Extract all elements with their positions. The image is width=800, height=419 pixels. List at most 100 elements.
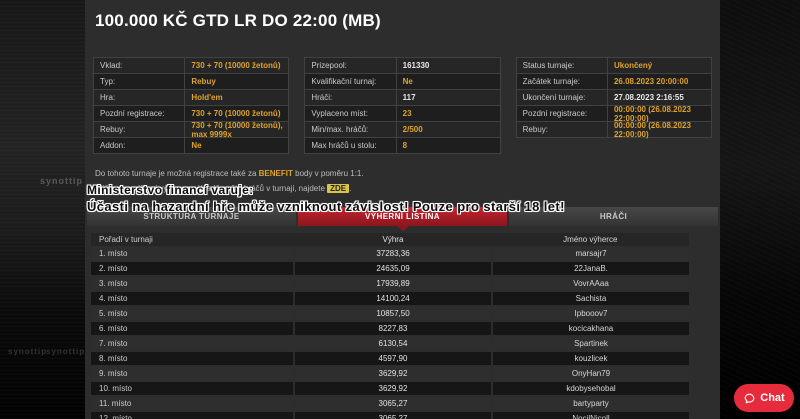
prize-cell: 3629,92 <box>295 367 491 380</box>
page-title: 100.000 KČ GTD LR DO 22:00 (MB) <box>95 11 381 31</box>
detail-label: Vklad: <box>94 58 185 73</box>
detail-row: Typ: Rebuy <box>94 74 288 90</box>
header-winner: Jméno výherce <box>492 235 689 244</box>
table-row: 12. místo 3065,27 NocilNicoll <box>91 412 689 419</box>
detail-label: Pozdní registrace: <box>94 106 185 121</box>
stadium-background-right <box>720 0 800 419</box>
winner-cell: Ipbooov7 <box>493 307 689 320</box>
detail-value: 2/500 <box>397 125 500 134</box>
tournament-detail-panel: 100.000 KČ GTD LR DO 22:00 (MB) Vklad: 7… <box>85 0 720 419</box>
warning-text: Účasti na hazardní hře může vzniknout zá… <box>87 199 565 214</box>
table-row: 9. místo 3629,92 OnyHan79 <box>91 367 689 380</box>
detail-label: Addon: <box>94 138 185 153</box>
prize-cell: 37283,36 <box>295 247 491 260</box>
benefit-note-suffix: body v poměru 1:1. <box>293 169 364 178</box>
table-row: 7. místo 6130,54 Spartinek <box>91 337 689 350</box>
detail-row: Status turnaje: Ukončený <box>517 58 711 74</box>
prize-cell: 6130,54 <box>295 337 491 350</box>
header-prize: Výhra <box>294 235 491 244</box>
brand-watermark: synottip <box>40 176 83 186</box>
page: synottip synottip synottip 100.000 KČ GT… <box>0 0 800 419</box>
speech-bubble-icon <box>743 392 756 405</box>
place-cell: 5. místo <box>91 307 293 320</box>
benefit-note-text: Do tohoto turnaje je možná registrace ta… <box>95 169 259 178</box>
winner-cell: marsajr7 <box>493 247 689 260</box>
prize-cell: 10857,50 <box>295 307 491 320</box>
table-row: 5. místo 10857,50 Ipbooov7 <box>91 307 689 320</box>
winner-cell: VovrAAaa <box>493 277 689 290</box>
detail-row: Prizepool: 161330 <box>305 58 499 74</box>
place-cell: 8. místo <box>91 352 293 365</box>
detail-label: Min/max. hráčů: <box>305 122 396 137</box>
detail-label: Rebuy: <box>517 122 608 137</box>
detail-label: Hráči: <box>305 90 396 105</box>
brand-watermark: synottip <box>8 347 47 356</box>
detail-value: Ukončený <box>608 61 711 70</box>
place-cell: 4. místo <box>91 292 293 305</box>
table-row: 11. místo 3065,27 bartyparty <box>91 397 689 410</box>
detail-value: 730 + 70 (10000 žetonů) <box>185 109 288 118</box>
detail-table-status: Status turnaje: Ukončený Začátek turnaje… <box>516 57 712 138</box>
detail-label: Status turnaje: <box>517 58 608 73</box>
detail-value: 161330 <box>397 61 500 70</box>
place-cell: 3. místo <box>91 277 293 290</box>
winner-cell: 22JanaB. <box>493 262 689 275</box>
winners-table-rows: 1. místo 37283,36 marsajr7 2. místo 2463… <box>91 247 689 419</box>
table-row: 4. místo 14100,24 Sachista <box>91 292 689 305</box>
tournament-details: Vklad: 730 + 70 (10000 žetonů) Typ: Rebu… <box>93 57 712 154</box>
winners-table: Pořadí v turnaji Výhra Jméno výherce 1. … <box>91 233 689 419</box>
detail-value: 27.08.2023 2:16:55 <box>608 93 711 102</box>
winner-cell: kouzlicek <box>493 352 689 365</box>
chat-button[interactable]: Chat <box>734 384 794 412</box>
detail-label: Kvalifikační turnaj: <box>305 74 396 89</box>
detail-value: Ne <box>185 141 288 150</box>
detail-label: Rebuy: <box>94 122 185 137</box>
detail-row: Kvalifikační turnaj: Ne <box>305 74 499 90</box>
detail-row: Začátek turnaje: 26.08.2023 20:00:00 <box>517 74 711 90</box>
place-cell: 9. místo <box>91 367 293 380</box>
place-cell: 7. místo <box>91 337 293 350</box>
winner-cell: bartyparty <box>493 397 689 410</box>
detail-value: 117 <box>397 93 500 102</box>
detail-row: Vyplaceno míst: 23 <box>305 106 499 122</box>
detail-value: Ne <box>397 77 500 86</box>
warning-title: Ministerstvo financí varuje: <box>87 183 565 197</box>
prize-cell: 14100,24 <box>295 292 491 305</box>
detail-label: Ukončení turnaje: <box>517 90 608 105</box>
place-cell: 2. místo <box>91 262 293 275</box>
detail-value: 26.08.2023 20:00:00 <box>608 77 711 86</box>
detail-row: Vklad: 730 + 70 (10000 žetonů) <box>94 58 288 74</box>
table-row: 8. místo 4597,90 kouzlicek <box>91 352 689 365</box>
detail-row: Rebuy: 00:00:00 (26.08.2023 22:00:00) <box>517 122 711 138</box>
winner-cell: OnyHan79 <box>493 367 689 380</box>
prize-cell: 4597,90 <box>295 352 491 365</box>
prize-cell: 3629,92 <box>295 382 491 395</box>
winner-cell: kocicakhana <box>493 322 689 335</box>
detail-label: Pozdní registrace: <box>517 106 608 121</box>
detail-row: Max hráčů u stolu: 8 <box>305 138 499 154</box>
stadium-background-left: synottip synottip synottip <box>0 0 85 419</box>
prize-cell: 8227,83 <box>295 322 491 335</box>
detail-value: Rebuy <box>185 77 288 86</box>
header-place: Pořadí v turnaji <box>91 235 294 244</box>
detail-row: Addon: Ne <box>94 138 288 154</box>
detail-label: Vyplaceno míst: <box>305 106 396 121</box>
detail-row: Min/max. hráčů: 2/500 <box>305 122 499 138</box>
detail-table-stats: Prizepool: 161330 Kvalifikační turnaj: N… <box>304 57 500 154</box>
place-cell: 10. místo <box>91 382 293 395</box>
place-cell: 11. místo <box>91 397 293 410</box>
benefit-highlight: BENEFIT <box>259 169 293 178</box>
benefit-note: Do tohoto turnaje je možná registrace ta… <box>95 168 364 180</box>
detail-label: Max hráčů u stolu: <box>305 138 396 153</box>
detail-value: 23 <box>397 109 500 118</box>
detail-row: Hráči: 117 <box>305 90 499 106</box>
detail-value: 730 + 70 (10000 žetonů), max 9999x <box>185 121 288 139</box>
prize-cell: 3065,27 <box>295 397 491 410</box>
place-cell: 1. místo <box>91 247 293 260</box>
detail-label: Začátek turnaje: <box>517 74 608 89</box>
gambling-warning: Ministerstvo financí varuje: Účasti na h… <box>87 183 565 214</box>
winner-cell: Spartinek <box>493 337 689 350</box>
place-cell: 6. místo <box>91 322 293 335</box>
detail-value: 730 + 70 (10000 žetonů) <box>185 61 288 70</box>
detail-label: Prizepool: <box>305 58 396 73</box>
